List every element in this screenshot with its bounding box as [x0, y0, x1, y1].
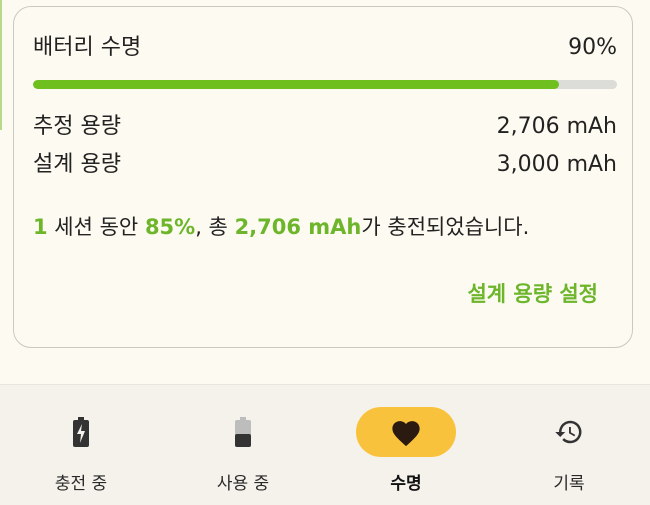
summary-text-part-1: 세션 동안 — [47, 215, 145, 239]
history-icon — [555, 420, 582, 444]
battery-health-progress-fill — [33, 80, 559, 89]
nav-tab-charging[interactable]: 충전 중 — [0, 385, 162, 505]
summary-percent: 85% — [144, 215, 196, 239]
nav-icon-container — [31, 407, 131, 457]
battery-charging-icon — [73, 417, 89, 447]
battery-life-header: 배터리 수명 90% — [33, 34, 617, 62]
set-design-capacity-button[interactable]: 설계 용량 설정 — [467, 278, 598, 308]
battery-health-progress-bar — [33, 80, 617, 89]
nav-label-history: 기록 — [553, 474, 585, 494]
summary-text-part-2: , 총 — [195, 215, 235, 239]
estimated-capacity-label: 추정 용량 — [33, 114, 121, 139]
estimated-capacity-value: 2,706 mAh — [496, 114, 617, 139]
bottom-navigation-bar: 충전 중 사용 중 수명 기록 — [0, 384, 650, 505]
battery-discharging-icon — [235, 417, 251, 447]
battery-life-title: 배터리 수명 — [33, 35, 142, 60]
summary-text-part-3: 가 충전되었습니다. — [361, 215, 530, 239]
charge-summary-text: 1 세션 동안 85%, 총 2,706 mAh가 충전되었습니다. — [33, 213, 529, 241]
design-capacity-label: 설계 용량 — [33, 152, 121, 177]
estimated-capacity-row: 추정 용량 2,706 mAh — [33, 113, 617, 141]
left-edge-accent — [0, 0, 2, 130]
nav-icon-container-active — [356, 407, 456, 457]
nav-icon-container — [519, 407, 619, 457]
nav-tab-lifespan[interactable]: 수명 — [325, 385, 487, 505]
design-capacity-value: 3,000 mAh — [496, 152, 617, 177]
summary-charged-mah: 2,706 mAh — [234, 215, 362, 239]
nav-tab-in-use[interactable]: 사용 중 — [162, 385, 324, 505]
battery-health-percent: 90% — [568, 35, 617, 60]
nav-tab-history[interactable]: 기록 — [488, 385, 650, 505]
nav-label-charging: 충전 중 — [54, 474, 108, 494]
nav-label-in-use: 사용 중 — [216, 474, 270, 494]
design-capacity-row: 설계 용량 3,000 mAh — [33, 151, 617, 179]
battery-life-card: 배터리 수명 90% 추정 용량 2,706 mAh 설계 용량 3,000 m… — [13, 6, 633, 348]
nav-icon-container — [193, 407, 293, 457]
heart-icon — [392, 421, 420, 447]
session-count: 1 — [33, 215, 48, 239]
nav-label-lifespan: 수명 — [390, 474, 422, 494]
